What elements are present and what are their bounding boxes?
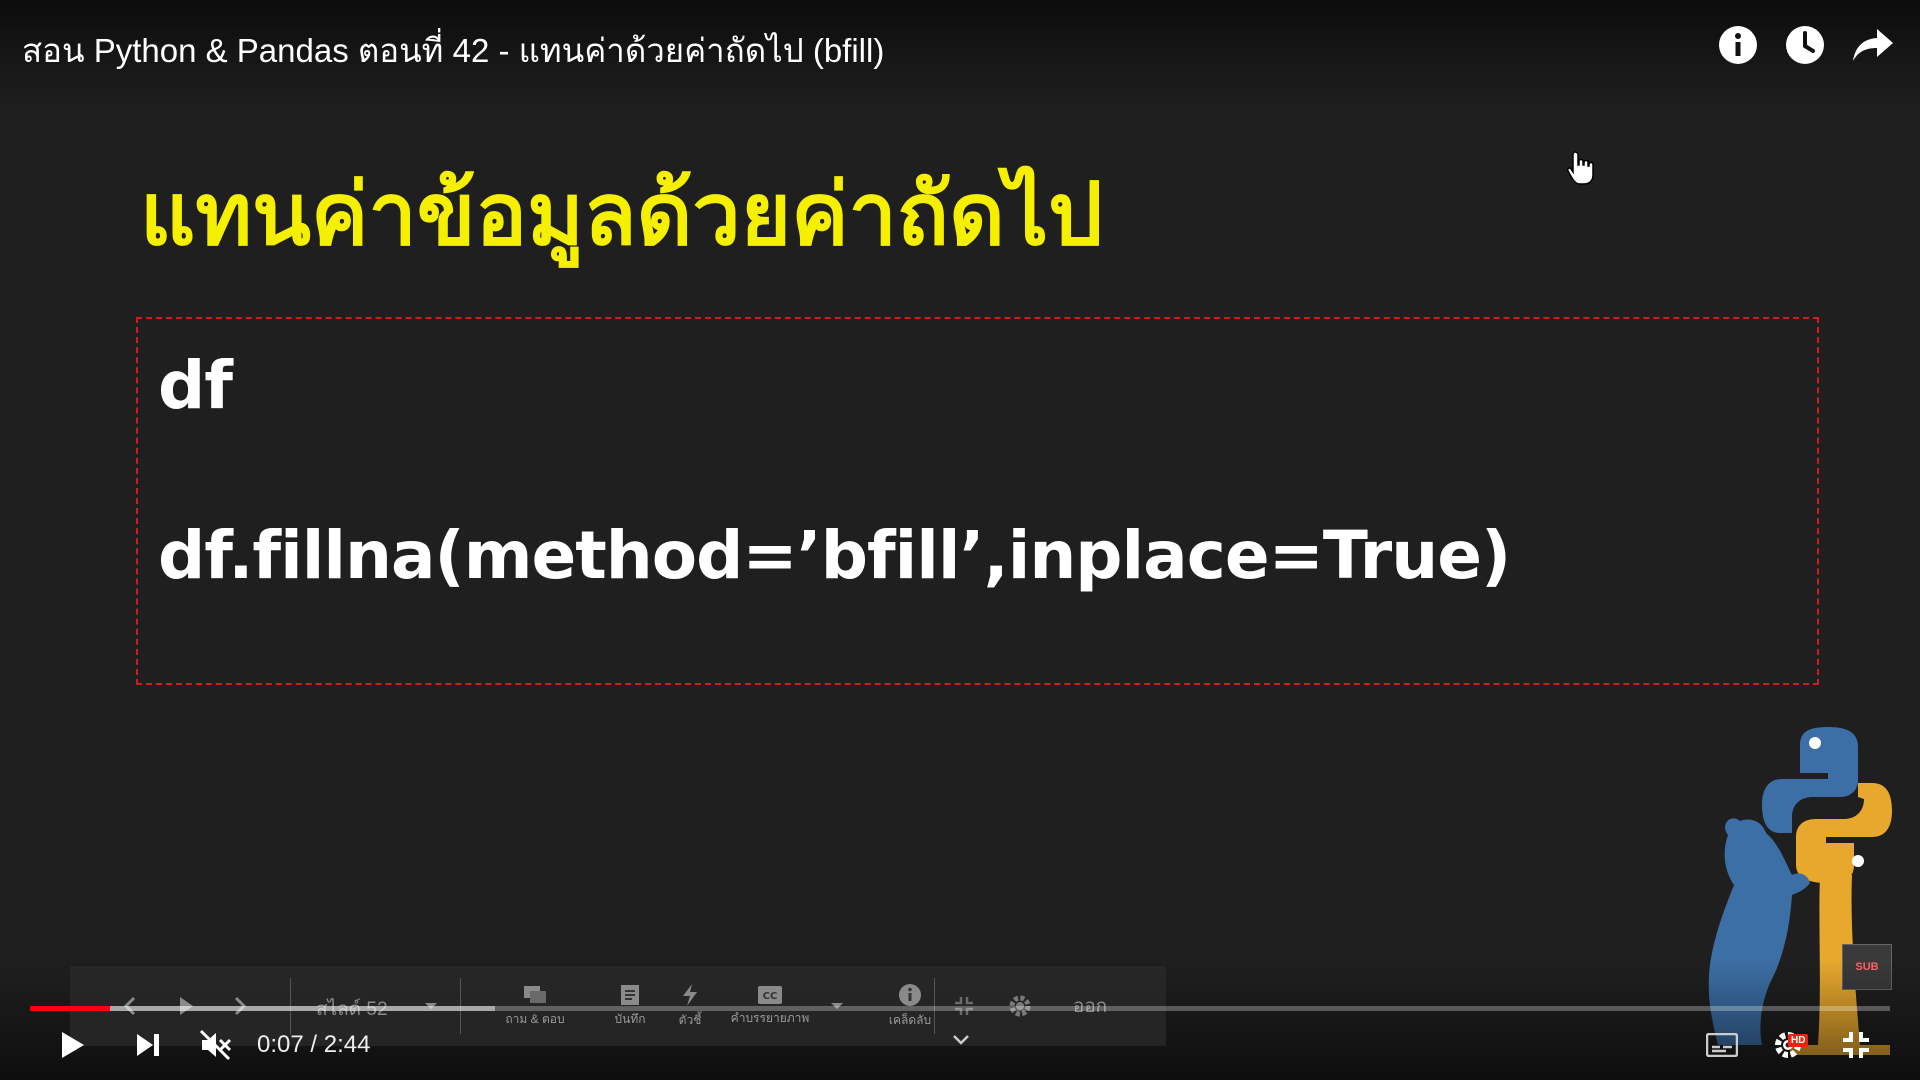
- code-box: df df.fillna(method=’bfill’,inplace=True…: [136, 317, 1819, 685]
- captions-label: คำบรรยายภาพ: [730, 1010, 810, 1025]
- play-button[interactable]: [52, 1025, 92, 1065]
- mute-icon[interactable]: [196, 1025, 236, 1065]
- exit-fullscreen-icon[interactable]: [1836, 1025, 1876, 1065]
- toolbar-expand-chevron-icon[interactable]: [946, 1028, 976, 1052]
- slide-heading: แทนค่าข้อมูลด้วยค่าถัดไป: [140, 165, 1103, 265]
- qa-label: ถาม & ตอบ: [505, 1011, 565, 1026]
- pointer-label: ตัวชี้: [678, 1012, 702, 1027]
- code-line-df: df: [158, 347, 233, 424]
- video-title[interactable]: สอน Python & Pandas ตอนที่ 42 - แทนค่าด้…: [22, 24, 884, 77]
- progress-bar[interactable]: [30, 1006, 1890, 1011]
- progress-played: [30, 1006, 110, 1011]
- next-button[interactable]: [128, 1025, 168, 1065]
- hand-cursor-icon: [1566, 150, 1596, 191]
- subtitles-icon[interactable]: [1702, 1025, 1742, 1065]
- info-icon[interactable]: [1713, 20, 1763, 70]
- notes-label: บันทึก: [614, 1011, 646, 1026]
- time-total: 2:44: [323, 1031, 371, 1058]
- tips-label: เคล็ดลับ: [888, 1012, 932, 1027]
- time-display: 0:07 / 2:44: [257, 1031, 370, 1059]
- hd-badge: HD: [1788, 1034, 1809, 1047]
- time-separator: /: [303, 1031, 324, 1058]
- time-current: 0:07: [257, 1031, 304, 1058]
- watch-later-icon[interactable]: [1780, 20, 1830, 70]
- share-icon[interactable]: [1848, 20, 1898, 70]
- code-line-fillna: df.fillna(method=’bfill’,inplace=True): [158, 517, 1511, 594]
- svg-text:CC: CC: [763, 991, 778, 1002]
